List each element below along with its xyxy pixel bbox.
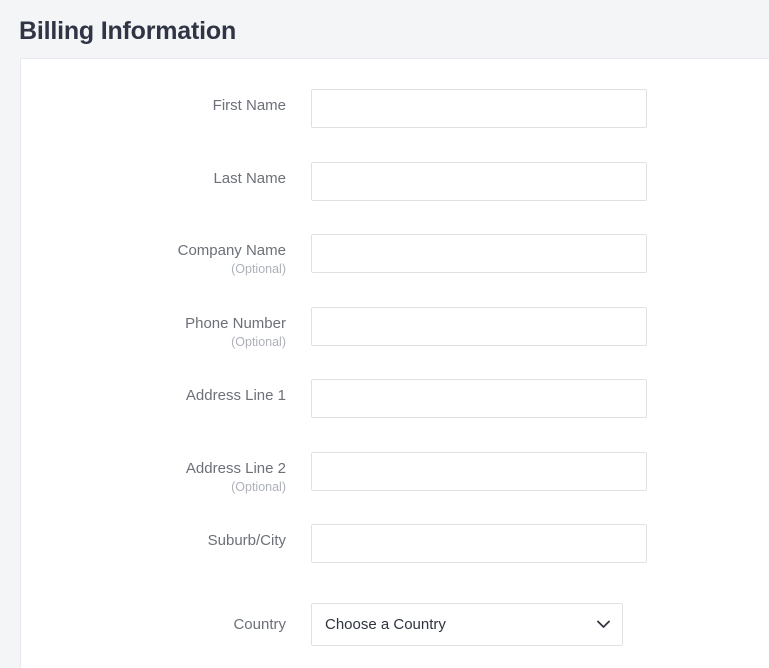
label-address-line-2-optional: (Optional) xyxy=(231,479,286,494)
input-address-line-2[interactable] xyxy=(311,451,647,491)
input-cell-first-name xyxy=(311,59,647,128)
form-row-company-name: Company Name (Optional) xyxy=(21,204,769,277)
input-first-name[interactable] xyxy=(311,89,647,128)
label-cell-country: Country xyxy=(21,567,311,634)
input-phone-number[interactable] xyxy=(311,306,647,346)
label-phone-number: Phone Number xyxy=(185,314,286,332)
label-cell-address-line-1: Address Line 1 xyxy=(21,349,311,405)
input-cell-phone-number xyxy=(311,277,647,346)
label-phone-number-optional: (Optional) xyxy=(231,334,286,349)
label-address-line-2: Address Line 2 xyxy=(185,459,286,477)
form-row-address-line-1: Address Line 1 xyxy=(21,349,769,422)
billing-form: First Name Last Name Company Name (Optio… xyxy=(21,59,769,646)
input-cell-suburb-city xyxy=(311,494,647,563)
label-company-name: Company Name xyxy=(177,242,286,259)
page-header: Billing Information xyxy=(0,0,769,58)
form-row-first-name: First Name xyxy=(21,59,769,132)
label-suburb-city: Suburb/City xyxy=(207,532,286,549)
form-row-phone-number: Phone Number (Optional) xyxy=(21,277,769,350)
input-cell-country: Choose a Country xyxy=(311,567,623,646)
country-select-wrap: Choose a Country xyxy=(311,602,623,646)
label-cell-address-line-2: Address Line 2 (Optional) xyxy=(21,422,311,495)
label-address-line-1: Address Line 1 xyxy=(185,387,286,404)
page-title: Billing Information xyxy=(19,17,237,45)
input-cell-address-line-1 xyxy=(311,349,647,418)
label-country: Country xyxy=(233,615,286,633)
form-row-country: Country Choose a Country xyxy=(21,567,769,646)
select-country[interactable]: Choose a Country xyxy=(311,602,623,646)
label-cell-last-name: Last Name xyxy=(21,132,311,188)
label-company-name-optional: (Optional) xyxy=(231,262,286,276)
label-cell-company-name: Company Name (Optional) xyxy=(21,204,311,277)
label-last-name: Last Name xyxy=(213,169,286,187)
label-cell-first-name: First Name xyxy=(21,59,311,115)
input-company-name[interactable] xyxy=(311,234,647,273)
input-last-name[interactable] xyxy=(311,161,647,201)
input-suburb-city[interactable] xyxy=(311,524,647,563)
form-row-address-line-2: Address Line 2 (Optional) xyxy=(21,422,769,495)
label-first-name: First Name xyxy=(212,97,286,114)
input-address-line-1[interactable] xyxy=(311,379,647,418)
label-cell-suburb-city: Suburb/City xyxy=(21,494,311,550)
input-cell-address-line-2 xyxy=(311,422,647,491)
input-cell-last-name xyxy=(311,132,647,201)
billing-form-card: First Name Last Name Company Name (Optio… xyxy=(20,58,769,668)
form-row-suburb-city: Suburb/City xyxy=(21,494,769,567)
form-row-last-name: Last Name xyxy=(21,132,769,205)
input-cell-company-name xyxy=(311,204,647,273)
billing-information-page: Billing Information First Name Last Name xyxy=(0,0,769,668)
label-cell-phone-number: Phone Number (Optional) xyxy=(21,277,311,350)
